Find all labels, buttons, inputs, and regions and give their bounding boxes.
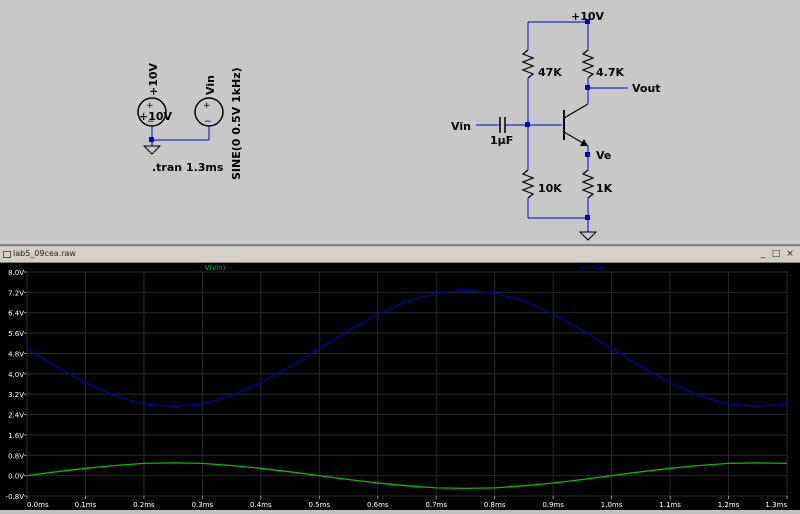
legend-vin[interactable]: V(vin) <box>205 264 226 272</box>
minimize-button[interactable]: _ <box>758 249 768 259</box>
y-tick-label: 8.0V <box>8 269 24 277</box>
y-tick-label: -0.8V <box>6 493 25 501</box>
y-tick-label: 1.6V <box>8 432 24 440</box>
supply-label: +10V <box>571 10 605 23</box>
x-tick-label: 0.3ms <box>192 501 214 509</box>
trace-v-vout[interactable] <box>26 289 788 408</box>
y-tick-label: 0.0V <box>8 473 24 481</box>
schematic-editor[interactable]: + − +10V +10V + − Vin SINE(0 0.5V 1kHz) … <box>0 0 800 246</box>
legend-vout[interactable]: V(vout) <box>581 264 607 272</box>
waveform-plot[interactable]: -0.8V 0.0V 0.8V 1.6V 2.4V 3.2V 4.0V 4.8V 5.6V 6.4… <box>0 263 800 510</box>
x-tick-label: 0.8ms <box>484 501 506 509</box>
svg-text:+: + <box>203 101 211 111</box>
y-tick-label: 2.4V <box>8 412 24 420</box>
x-tick-label: 0.4ms <box>250 501 272 509</box>
r2-label: 10K <box>538 182 562 195</box>
x-tick-label: 1.3ms <box>765 501 787 509</box>
x-tick-label: 1.0ms <box>601 501 623 509</box>
x-tick-label: 0.9ms <box>542 501 564 509</box>
x-tick-label: 0.0ms <box>27 501 49 509</box>
x-tick-label: 0.1ms <box>75 501 97 509</box>
amplifier-circuit[interactable]: +10V 47K 10K 1µF Vin 4.7K Vout Ve 1K <box>451 10 661 241</box>
spice-directive[interactable]: .tran 1.3ms <box>152 161 224 174</box>
x-tick-label: 0.6ms <box>367 501 389 509</box>
y-tick-label: 4.0V <box>8 371 24 379</box>
svg-text:−: − <box>204 117 212 127</box>
y-tick-label: 3.2V <box>8 391 24 399</box>
y-tick-label: 6.4V <box>8 310 24 318</box>
source1-name: +10V <box>147 62 160 96</box>
x-tick-label: 0.7ms <box>425 501 447 509</box>
source2-value: SINE(0 0.5V 1kHz) <box>230 67 243 180</box>
y-tick-label: 7.2V <box>8 289 24 297</box>
source1-value: +10V <box>139 110 173 123</box>
x-tick-label: 1.1ms <box>659 501 681 509</box>
x-tick-label: 0.2ms <box>133 501 155 509</box>
ve-net-label: Ve <box>596 149 611 162</box>
r1-label: 47K <box>538 66 562 79</box>
y-tick-label: 5.6V <box>8 330 24 338</box>
re-label: 1K <box>596 182 613 195</box>
x-tick-label: 1.2ms <box>718 501 740 509</box>
rc-label: 4.7K <box>596 66 624 79</box>
x-tick-label: 0.5ms <box>309 501 331 509</box>
waveform-viewer[interactable]: lab5_09cea.raw _ □ × -0.8V 0.0V 0.8V 1.6V 2.… <box>0 247 800 510</box>
waveform-title: lab5_09cea.raw <box>13 249 76 258</box>
schematic-canvas[interactable]: + − +10V +10V + − Vin SINE(0 0.5V 1kHz) … <box>0 0 800 244</box>
waveform-app-icon <box>3 251 11 258</box>
y-tick-label: 0.8V <box>8 452 24 460</box>
waveform-chart[interactable]: -0.8V 0.0V 0.8V 1.6V 2.4V 3.2V 4.0V 4.8V 5.6V 6.4… <box>0 263 800 510</box>
waveform-titlebar[interactable]: lab5_09cea.raw _ □ × <box>0 247 800 263</box>
maximize-button[interactable]: □ <box>771 249 781 259</box>
vin-net-label: Vin <box>451 120 471 133</box>
vout-net-label: Vout <box>632 82 661 95</box>
voltage-source-10v[interactable]: + − +10V +10V <box>137 62 209 155</box>
close-button[interactable]: × <box>785 249 795 259</box>
y-tick-label: 4.8V <box>8 350 24 358</box>
cap-label: 1µF <box>490 134 513 147</box>
source2-name: Vin <box>204 75 217 95</box>
